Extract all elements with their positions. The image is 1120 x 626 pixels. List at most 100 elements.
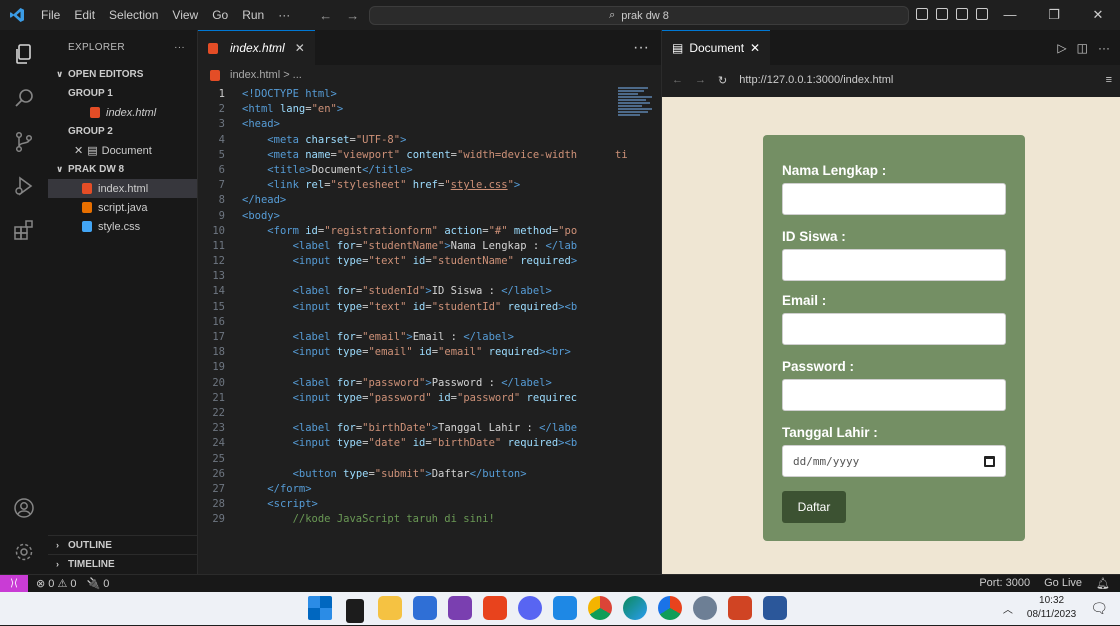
chrome-icon[interactable] [588,596,612,620]
code-area[interactable]: 1 <!DOCTYPE html> 2 <html lang="en"> 3 <head>… [198,87,661,574]
office-icon[interactable] [483,596,507,620]
problems-count[interactable]: ⊗ 0 ⚠ 0 [36,577,76,590]
accounts-icon[interactable] [12,496,36,520]
menu-view[interactable]: View [165,0,205,30]
onenote-icon[interactable] [448,596,472,620]
code-line[interactable]: 15 <input type="text" id="studentId" req… [198,300,661,315]
explorer-icon[interactable] [12,42,36,66]
vscode-icon[interactable] [553,596,577,620]
open-editors-section[interactable]: ∨ OPEN EDITORS [48,65,197,84]
file-index-html[interactable]: index.html [48,179,197,198]
toggle-panel-icon[interactable] [936,8,948,20]
code-line[interactable]: 6 <title>Document</title> [198,163,661,178]
code-line[interactable]: 8 </head> [198,193,661,208]
customize-layout-icon[interactable] [976,8,988,20]
back-arrow-icon[interactable]: ← [319,8,332,23]
back-arrow-icon[interactable]: ← [672,74,683,86]
breadcrumb[interactable]: index.html > ... [198,65,661,85]
command-center-search[interactable]: ⌕ prak dw 8 [369,6,909,25]
code-line[interactable]: 7 <link rel="stylesheet" href="style.css… [198,178,661,193]
close-icon[interactable]: ✕ [74,144,83,157]
file-explorer-icon[interactable] [378,596,402,620]
split-editor-icon[interactable]: ◫ [1077,41,1088,55]
birthdate-input[interactable]: dd/mm/yyyy [782,445,1006,477]
code-line[interactable]: 9 <body> [198,209,661,224]
calendar-icon[interactable] [984,455,995,467]
reload-icon[interactable]: ↻ [718,74,727,87]
restore-icon[interactable]: ❐ [1032,0,1076,30]
manage-gear-icon[interactable] [12,540,36,564]
code-line[interactable]: 24 <input type="date" id="birthDate" req… [198,436,661,451]
url-text[interactable]: http://127.0.0.1:3000/index.html [739,74,893,86]
extensions-icon[interactable] [12,218,36,242]
menu-run[interactable]: Run [235,0,271,30]
code-line[interactable]: 5 <meta name="viewport" content="width=d… [198,148,661,163]
chevron-up-icon[interactable]: ︿ [1003,601,1013,616]
code-line[interactable]: 25 [198,452,661,467]
menu-edit[interactable]: Edit [67,0,102,30]
remote-icon[interactable]: ⟩⟨ [0,574,28,593]
id-input[interactable] [782,249,1006,281]
code-line[interactable]: 27 </form> [198,482,661,497]
toggle-sidebar-icon[interactable] [916,8,928,20]
powerpoint-icon[interactable] [728,596,752,620]
minimap[interactable] [618,87,654,127]
code-line[interactable]: 22 [198,406,661,421]
code-line[interactable]: 16 [198,315,661,330]
port-status[interactable]: Port: 3000 [979,577,1030,590]
bell-icon[interactable]: 🔔︎ [1096,577,1110,590]
edge-icon[interactable] [623,596,647,620]
more-actions-icon[interactable]: ··· [1098,41,1110,55]
menu-icon[interactable]: ≡ [1106,74,1112,86]
clock[interactable]: 10:32 08/11/2023 [1027,594,1076,622]
code-line[interactable]: 1 <!DOCTYPE html> [198,87,661,102]
code-line[interactable]: 11 <label for="studentName">Nama Lengkap… [198,239,661,254]
task-view-icon[interactable] [346,599,364,623]
code-line[interactable]: 19 [198,360,661,375]
code-line[interactable]: 10 <form id="registrationform" action="#… [198,224,661,239]
menu-file[interactable]: File [34,0,67,30]
code-line[interactable]: 21 <input type="password" id="password" … [198,391,661,406]
group2-row[interactable]: GROUP 2 [48,122,197,141]
go-live-button[interactable]: Go Live [1044,577,1082,590]
file-script-java[interactable]: script.java [48,198,197,217]
settings-gear-icon[interactable] [693,596,717,620]
open-editor-document[interactable]: ✕ ▤ Document [48,141,197,160]
tab-index-html[interactable]: index.html ✕ [198,30,315,65]
code-line[interactable]: 18 <input type="email" id="email" requir… [198,345,661,360]
menu-selection[interactable]: Selection [102,0,165,30]
discord-icon[interactable] [518,596,542,620]
email-input[interactable] [782,313,1006,345]
file-style-css[interactable]: style.css [48,217,197,236]
open-editor-index-html[interactable]: index.html [48,103,197,122]
close-tab-icon[interactable]: ✕ [295,41,305,55]
code-line[interactable]: 20 <label for="password">Password : </la… [198,376,661,391]
run-debug-icon[interactable] [12,174,36,198]
code-line[interactable]: 17 <label for="email">Email : </label> [198,330,661,345]
code-line[interactable]: 13 [198,269,661,284]
word-icon[interactable] [763,596,787,620]
forward-arrow-icon[interactable]: → [346,8,359,23]
code-line[interactable]: 29 //kode JavaScript taruh di sini! [198,512,661,527]
timeline-section[interactable]: › TIMELINE [48,554,198,573]
forward-arrow-icon[interactable]: → [695,74,706,86]
name-input[interactable] [782,183,1006,215]
close-icon[interactable]: ✕ [1076,0,1120,30]
password-input[interactable] [782,379,1006,411]
chrome-profile-icon[interactable] [658,596,682,620]
ports-count[interactable]: 🔌 0 [86,577,109,590]
explorer-more-button[interactable]: ··· [174,42,185,53]
outline-section[interactable]: › OUTLINE [48,535,198,554]
photos-app-icon[interactable] [413,596,437,620]
search-icon[interactable] [12,86,36,110]
code-line[interactable]: 23 <label for="birthDate">Tanggal Lahir … [198,421,661,436]
windows-start-icon[interactable] [308,596,332,620]
source-control-icon[interactable] [12,130,36,154]
notification-icon[interactable]: 🗨︎ [1090,600,1108,617]
toggle-secondary-sidebar-icon[interactable] [956,8,968,20]
code-line[interactable]: 28 <script> [198,497,661,512]
code-line[interactable]: 4 <meta charset="UTF-8"> [198,133,661,148]
group1-row[interactable]: GROUP 1 [48,84,197,103]
menu-more[interactable]: ··· [271,0,297,30]
project-folder[interactable]: ∨ PRAK DW 8 [48,160,197,179]
